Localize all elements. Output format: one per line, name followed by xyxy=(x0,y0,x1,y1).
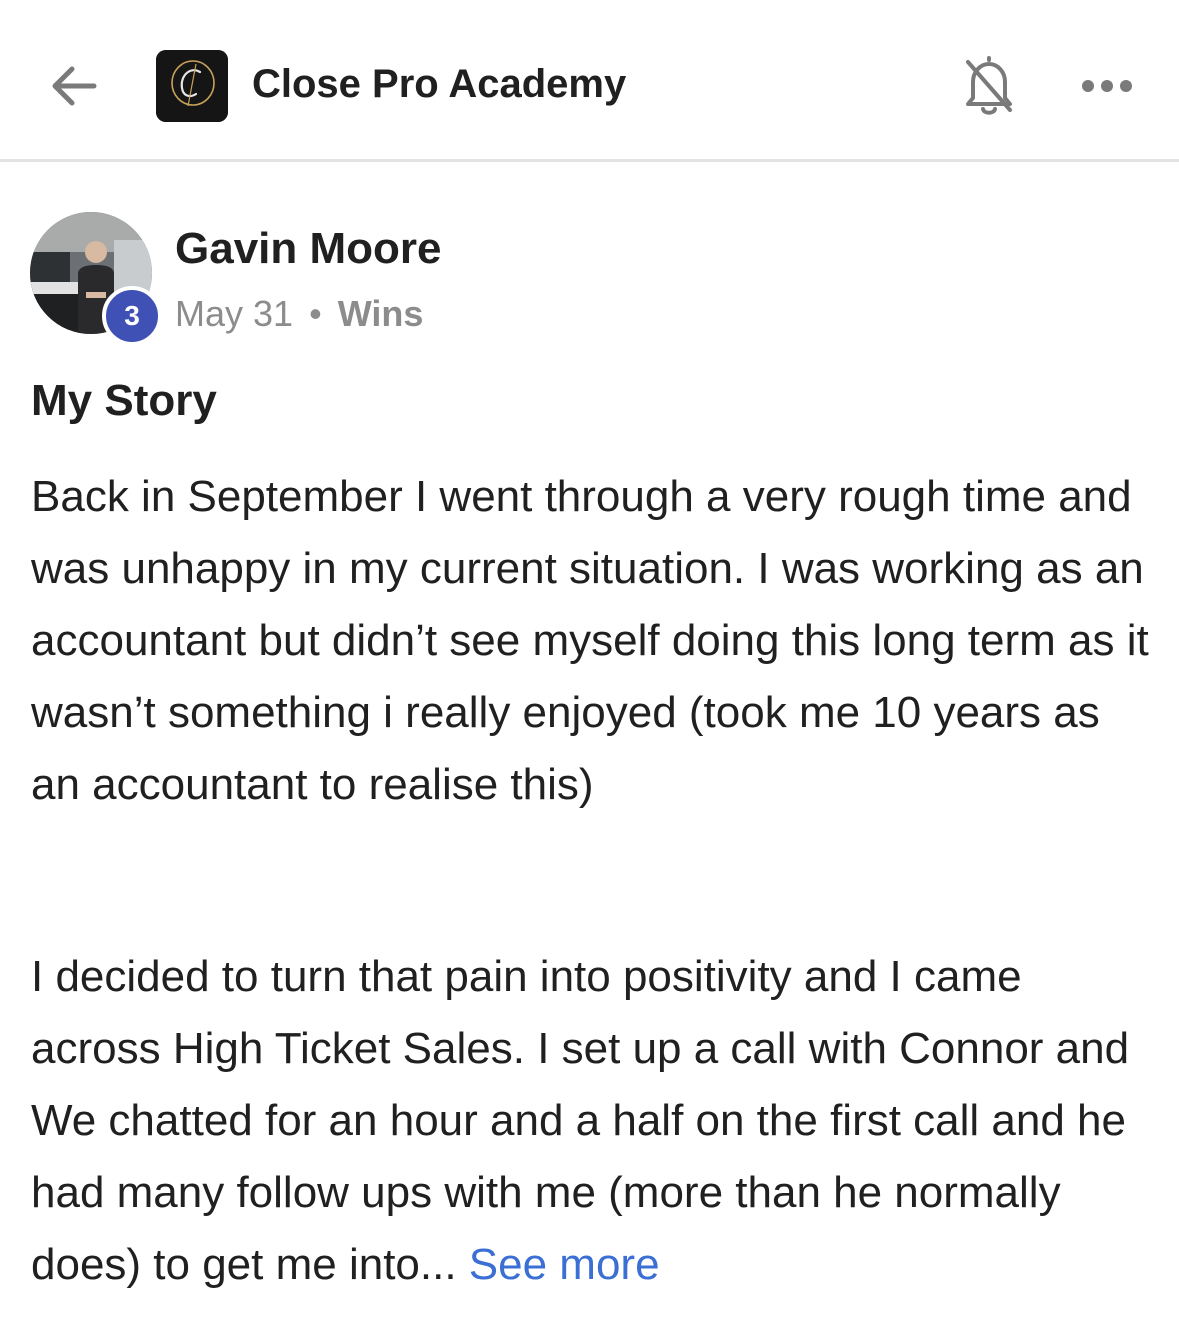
author-name[interactable]: Gavin Moore xyxy=(175,222,442,276)
post-category[interactable]: Wins xyxy=(338,293,424,334)
arrow-left-icon xyxy=(52,66,97,106)
post-date: May 31 xyxy=(175,293,294,334)
more-horizontal-icon xyxy=(1082,80,1132,92)
level-badge: 3 xyxy=(102,286,162,346)
post-meta: May 31 • Wins xyxy=(175,290,423,338)
see-more-link[interactable]: See more xyxy=(469,1240,660,1289)
group-title: Close Pro Academy xyxy=(252,62,627,106)
bell-off-icon xyxy=(966,56,1012,115)
notifications-button[interactable] xyxy=(958,50,1020,122)
back-button[interactable] xyxy=(44,56,104,116)
post-paragraph: I decided to turn that pain into positiv… xyxy=(31,941,1149,1301)
meta-separator: • xyxy=(309,293,322,334)
top-bar: Close Pro Academy xyxy=(0,0,1179,162)
group-logo[interactable] xyxy=(156,50,228,122)
post-paragraph-text: I decided to turn that pain into positiv… xyxy=(31,952,1130,1289)
post-paragraph: Back in September I went through a very … xyxy=(31,472,1149,809)
post-title: My Story xyxy=(31,376,217,425)
close-pro-logo xyxy=(156,50,228,122)
more-options-button[interactable] xyxy=(1072,66,1142,106)
